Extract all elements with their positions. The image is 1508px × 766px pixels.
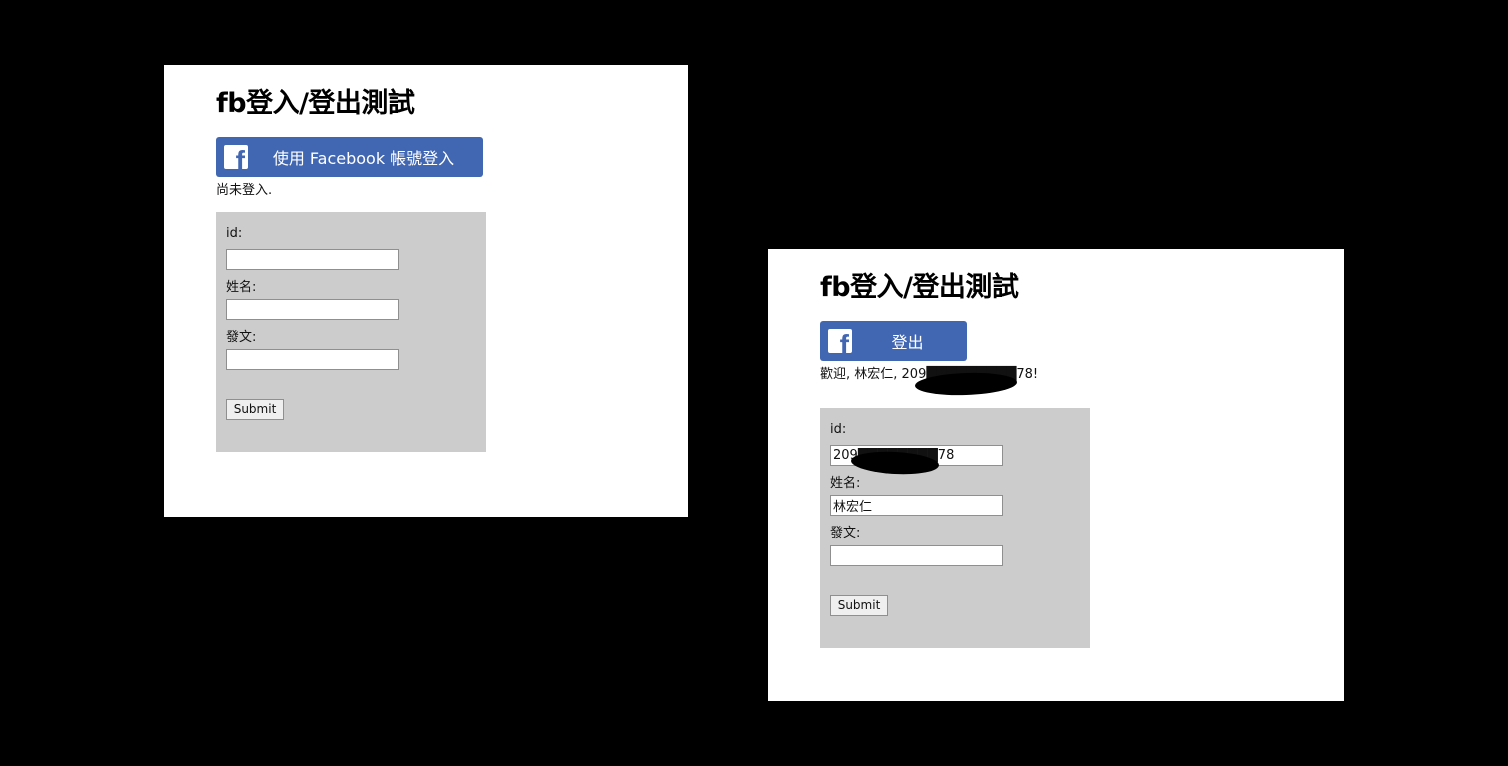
facebook-logout-button[interactable]: f 登出 (820, 321, 967, 361)
post-label: 發文: (226, 330, 257, 345)
login-status-text: 尚未登入. (216, 183, 273, 198)
post-label: 發文: (830, 526, 861, 541)
facebook-logout-label: 登出 (891, 333, 924, 352)
post-form: id: 姓名: 發文: Submit (216, 212, 486, 452)
id-field[interactable] (226, 249, 399, 270)
id-label: id: (226, 226, 243, 241)
id-label: id: (830, 422, 847, 437)
name-label: 姓名: (830, 476, 861, 491)
name-field[interactable] (830, 495, 1003, 516)
page-title: fb登入/登出測試 (216, 88, 415, 119)
facebook-icon: f (224, 145, 248, 169)
facebook-icon: f (828, 329, 852, 353)
post-field[interactable] (830, 545, 1003, 566)
facebook-login-label: 使用 Facebook 帳號登入 (272, 149, 455, 168)
facebook-login-button[interactable]: f 使用 Facebook 帳號登入 (216, 137, 483, 177)
submit-button[interactable]: Submit (830, 595, 888, 616)
logged-in-page: fb登入/登出測試 f 登出 歡迎, 林宏仁, 209█████████78! … (768, 249, 1344, 701)
logged-out-page: fb登入/登出測試 f 使用 Facebook 帳號登入 尚未登入. id: 姓… (164, 65, 688, 517)
name-label: 姓名: (226, 280, 257, 295)
submit-button[interactable]: Submit (226, 399, 284, 420)
page-title: fb登入/登出測試 (820, 272, 1019, 303)
name-field[interactable] (226, 299, 399, 320)
post-form: id: 姓名: 發文: Submit (820, 408, 1090, 648)
post-field[interactable] (226, 349, 399, 370)
